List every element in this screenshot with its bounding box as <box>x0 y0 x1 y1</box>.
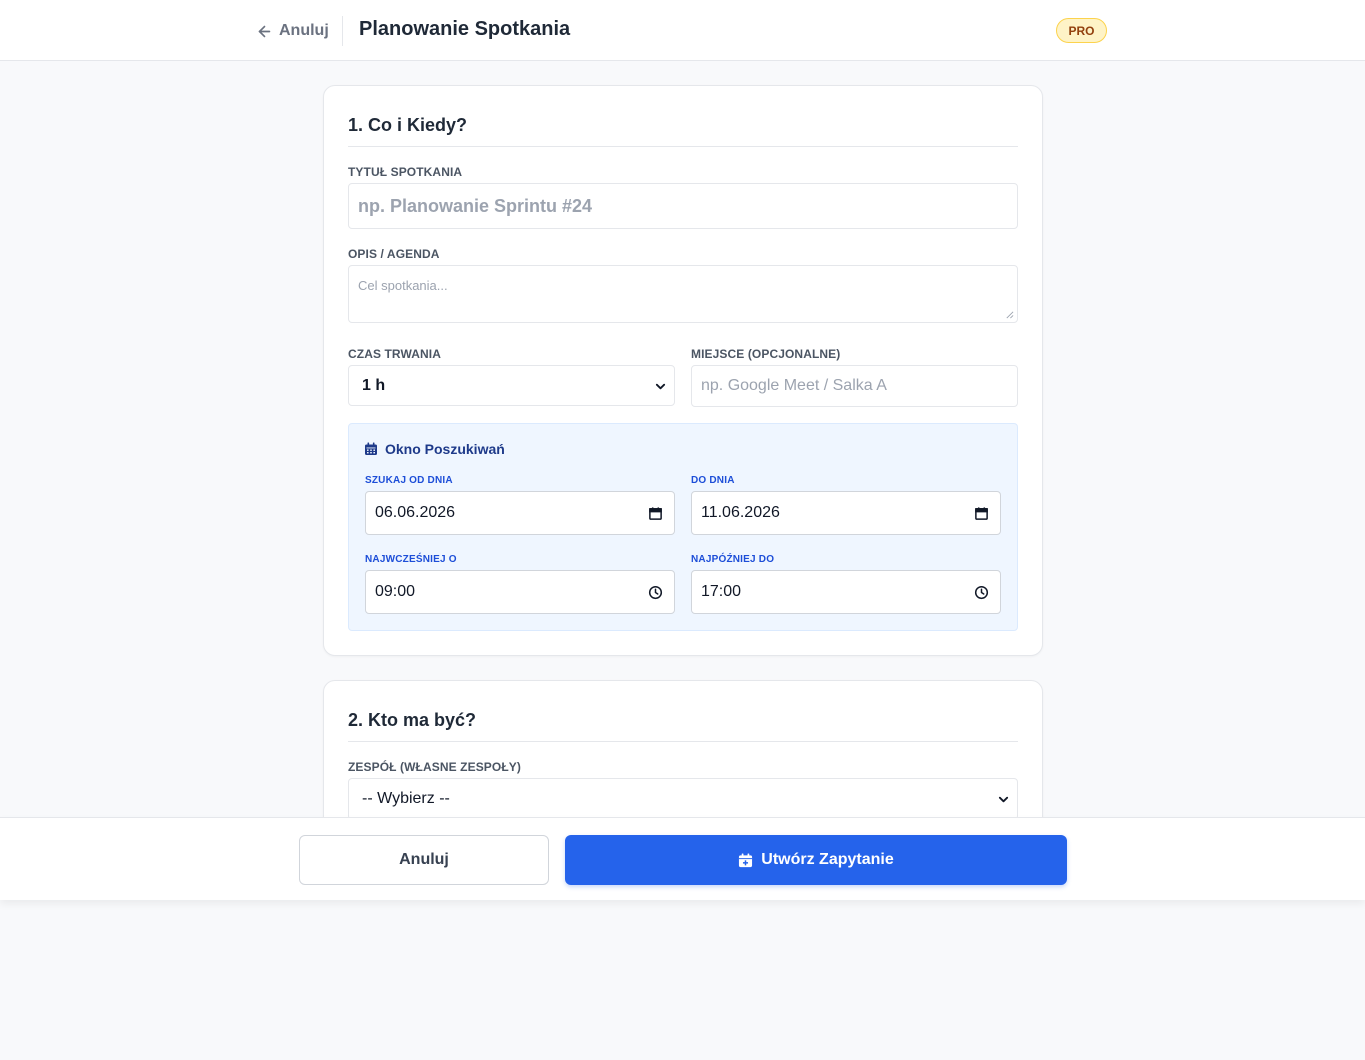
to-date-label: DO DNIA <box>691 475 735 486</box>
arrow-left-icon <box>258 25 271 37</box>
top-bar: Anuluj Planowanie Spotkania PRO <box>0 0 1365 61</box>
from-date-input[interactable]: 06.06.2026 <box>365 491 675 535</box>
meeting-title-input[interactable]: np. Planowanie Sprintu #24 <box>348 183 1018 229</box>
section-divider <box>348 741 1018 742</box>
action-footer: Anuluj Utwórz Zapytanie <box>0 817 1365 900</box>
location-label: MIEJSCE (OPCJONALNE) <box>691 347 841 361</box>
calendar-picker-icon[interactable] <box>648 506 663 521</box>
description-placeholder: Cel spotkania... <box>358 278 448 293</box>
search-window-title-text: Okno Poszukiwań <box>385 441 505 457</box>
section-what-when: 1. Co i Kiedy? TYTUŁ SPOTKANIA np. Plano… <box>323 85 1043 656</box>
meeting-title-placeholder: np. Planowanie Sprintu #24 <box>358 195 593 216</box>
team-select[interactable]: -- Wybierz -- <box>348 778 1018 820</box>
back-link-label: Anuluj <box>279 22 329 39</box>
chevron-down-icon <box>998 796 1009 803</box>
resize-handle-icon[interactable] <box>1005 310 1014 319</box>
clock-icon[interactable] <box>974 585 989 600</box>
section-title: 1. Co i Kiedy? <box>348 115 468 135</box>
calendar-picker-icon[interactable] <box>974 506 989 521</box>
section-divider <box>348 146 1018 147</box>
team-value: -- Wybierz -- <box>362 790 450 807</box>
duration-label: CZAS TRWANIA <box>348 347 441 361</box>
duration-value: 1 h <box>362 376 386 394</box>
to-date-input[interactable]: 11.06.2026 <box>691 491 1001 535</box>
location-input[interactable]: np. Google Meet / Salka A <box>691 365 1018 407</box>
earliest-time-input[interactable]: 09:00 <box>365 570 675 614</box>
from-date-value: 06.06.2026 <box>375 504 456 521</box>
clock-icon[interactable] <box>648 585 663 600</box>
latest-time-input[interactable]: 17:00 <box>691 570 1001 614</box>
location-placeholder: np. Google Meet / Salka A <box>701 377 887 394</box>
latest-time-value: 17:00 <box>701 583 742 600</box>
team-label: ZESPÓŁ (WŁASNE ZESPOŁY) <box>348 760 521 774</box>
calendar-plus-icon <box>739 852 753 867</box>
back-link[interactable]: Anuluj <box>256 20 329 42</box>
search-window-panel: Okno Poszukiwań SZUKAJ OD DNIA 06.06.202… <box>348 423 1018 631</box>
description-label: OPIS / AGENDA <box>348 247 440 261</box>
to-date-value: 11.06.2026 <box>701 504 780 521</box>
pro-badge: PRO <box>1056 18 1107 43</box>
from-date-label: SZUKAJ OD DNIA <box>365 475 453 486</box>
section-title: 2. Kto ma być? <box>348 710 477 730</box>
create-request-label: Utwórz Zapytanie <box>761 851 894 868</box>
latest-time-label: NAJPÓŹNIEJ DO <box>691 554 775 565</box>
page-title: Planowanie Spotkania <box>359 18 571 40</box>
search-window-title: Okno Poszukiwań <box>364 441 505 457</box>
meeting-title-label: TYTUŁ SPOTKANIA <box>348 165 463 179</box>
duration-select[interactable]: 1 h <box>348 365 675 406</box>
chevron-down-icon <box>655 383 666 389</box>
earliest-time-value: 09:00 <box>375 583 416 600</box>
header-divider <box>342 16 343 46</box>
description-textarea[interactable]: Cel spotkania... <box>348 265 1018 323</box>
calendar-icon <box>365 442 377 455</box>
earliest-time-label: NAJWCZEŚNIEJ O <box>365 554 457 565</box>
create-request-button[interactable]: Utwórz Zapytanie <box>565 835 1067 885</box>
cancel-button[interactable]: Anuluj <box>299 835 549 885</box>
